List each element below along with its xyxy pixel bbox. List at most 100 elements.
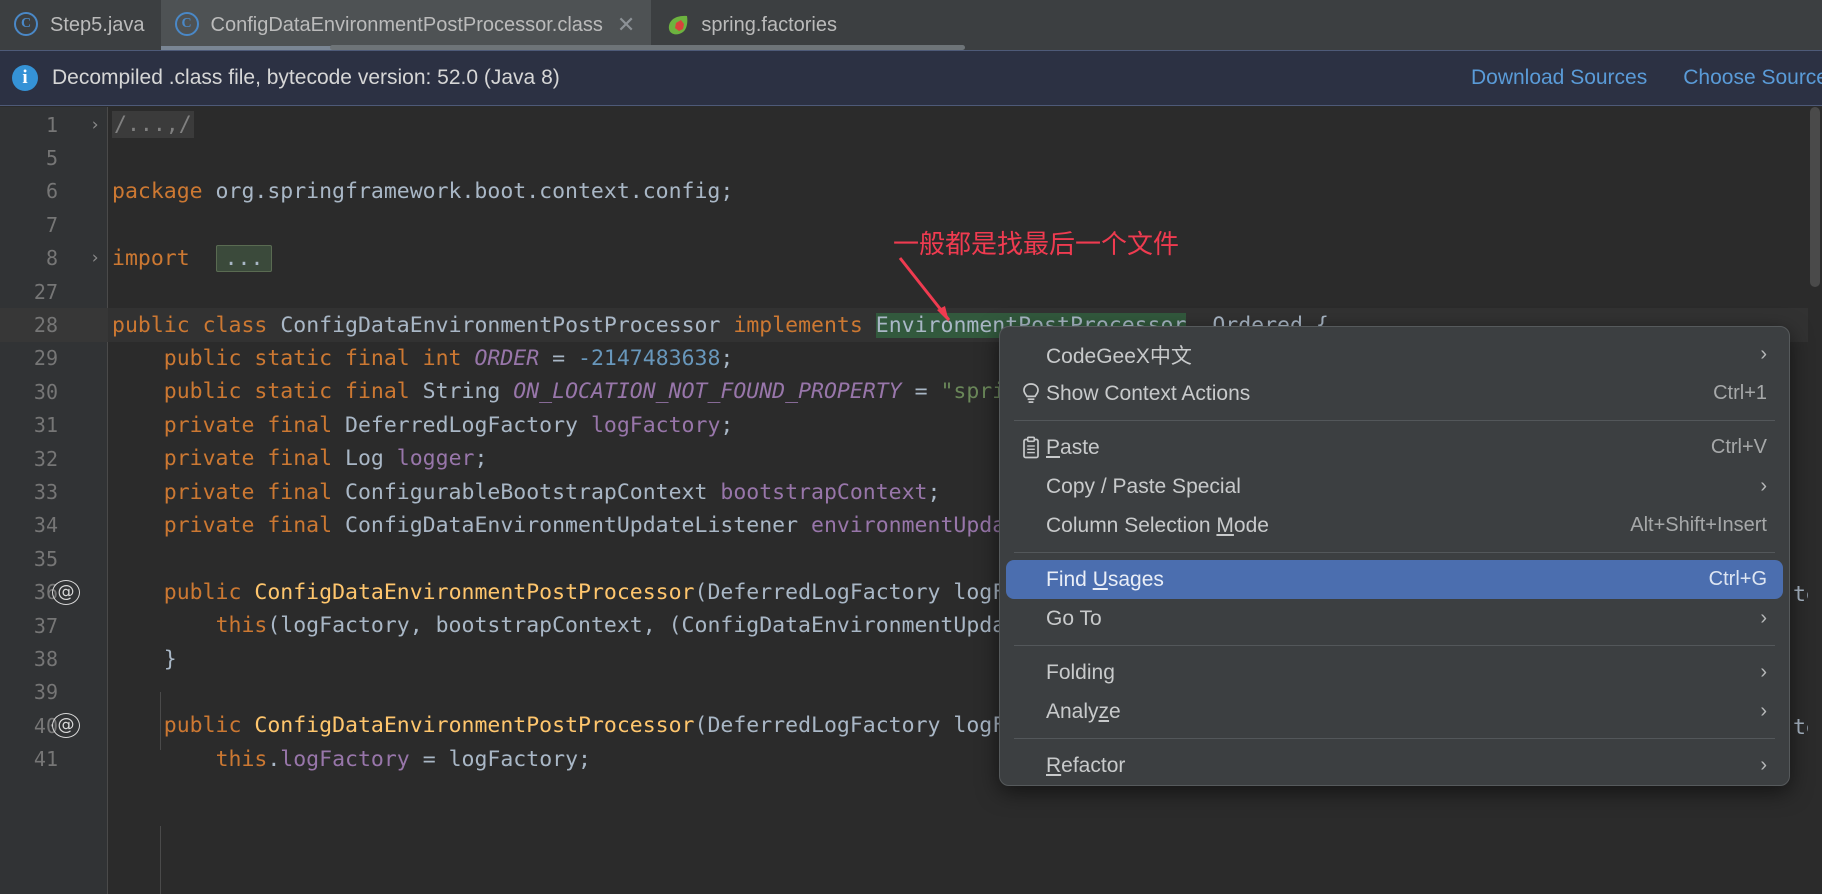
code-token: ; (720, 345, 734, 371)
decompiled-notification-banner: i Decompiled .class file, bytecode versi… (0, 50, 1822, 106)
code-text: private final DeferredLogFactory logFact… (112, 412, 734, 438)
code-text: /...,/ (112, 111, 194, 139)
code-fold-chevron-icon[interactable]: › (86, 115, 104, 135)
code-line[interactable]: 6 package org.springframework.boot.contex… (0, 175, 1822, 208)
indent-guide (160, 692, 161, 750)
menu-item-paste[interactable]: Paste Ctrl+V (1006, 428, 1783, 467)
chevron-right-icon: › (1760, 475, 1767, 497)
editor-tab-label: Step5.java (50, 13, 145, 36)
spring-leaf-icon (665, 12, 691, 38)
menu-item-label: Refactor (1046, 753, 1126, 777)
line-number: 29 (33, 346, 58, 371)
menu-item-label: Copy / Paste Special (1046, 474, 1241, 498)
code-token: } (112, 646, 177, 672)
code-token: ; (474, 446, 488, 472)
code-text: private final ConfigurableBootstrapConte… (112, 479, 941, 505)
code-fold-chevron-icon[interactable]: › (86, 248, 104, 268)
line-number: 38 (33, 647, 58, 672)
code-line[interactable]: 27 (0, 275, 1822, 308)
choose-sources-link[interactable]: Choose Sources... (1683, 66, 1822, 90)
code-token: = logFactory; (409, 746, 591, 772)
code-token: org.springframework.boot.context.config; (202, 178, 734, 204)
scrollbar-thumb[interactable] (1810, 107, 1820, 287)
line-number: 1 (45, 112, 58, 137)
chevron-right-icon: › (1760, 661, 1767, 683)
menu-item-label: Paste (1046, 435, 1100, 459)
code-token: ConfigDataEnvironmentPostProcessor (280, 312, 721, 338)
menu-item-shortcut: Ctrl+1 (1713, 382, 1767, 404)
code-text: public static final String ON_LOCATION_N… (112, 379, 1070, 404)
code-token: /...,/ (112, 111, 194, 139)
annotation-text: 一般都是找最后一个文件 (893, 230, 1180, 260)
indent-guide (160, 826, 161, 894)
code-token: this (215, 613, 268, 639)
chevron-right-icon: › (1760, 343, 1767, 365)
code-token: logFactory (280, 746, 410, 772)
menu-separator (1014, 552, 1775, 553)
line-number: 37 (33, 613, 58, 638)
chevron-right-icon: › (1760, 607, 1767, 629)
code-line[interactable]: 1 › /...,/ (0, 108, 1822, 141)
code-token: private final (163, 512, 333, 538)
line-number: 41 (33, 747, 58, 772)
menu-item-label: Find Usages (1046, 567, 1164, 591)
menu-item-show-context-actions[interactable]: Show Context Actions Ctrl+1 (1006, 374, 1783, 413)
code-token: this (215, 746, 268, 772)
code-token: private final (163, 446, 333, 472)
menu-item-shortcut: Ctrl+V (1710, 436, 1767, 458)
editor-vertical-scrollbar[interactable] (1808, 107, 1822, 894)
line-number: 7 (45, 212, 58, 237)
editor-context-menu[interactable]: CodeGeeX中文 › Show Context Actions Ctrl+1 Pas… (999, 326, 1790, 786)
line-number: 31 (33, 413, 58, 438)
editor-tab-step5[interactable]: C Step5.java (0, 0, 161, 50)
code-token: ConfigDataEnvironmentPostProcessor (254, 713, 695, 739)
menu-item-go-to[interactable]: Go To › (1006, 599, 1783, 638)
editor-tab-label: ConfigDataEnvironmentPostProcessor.class (210, 13, 603, 36)
close-icon[interactable]: ✕ (617, 14, 635, 36)
menu-item-analyze[interactable]: Analyze › (1006, 692, 1783, 731)
menu-item-folding[interactable]: Folding › (1006, 653, 1783, 692)
line-number: 30 (33, 379, 58, 404)
banner-message: Decompiled .class file, bytecode version… (52, 66, 560, 89)
line-number: 8 (45, 246, 58, 271)
annotation-gutter-icon[interactable]: @ (52, 579, 80, 605)
menu-separator (1014, 645, 1775, 646)
annotation-gutter-icon[interactable]: @ (52, 713, 80, 739)
code-text: private final ConfigDataEnvironmentUpdat… (112, 513, 1070, 538)
menu-item-codegeex[interactable]: CodeGeeX中文 › (1006, 335, 1783, 374)
code-token: public (163, 579, 242, 605)
menu-item-refactor[interactable]: Refactor › (1006, 746, 1783, 785)
code-line[interactable]: 5 (0, 141, 1822, 174)
download-sources-link[interactable]: Download Sources (1471, 66, 1647, 90)
code-text: this.logFactory = logFactory; (112, 747, 591, 772)
menu-item-find-usages[interactable]: Find Usages Ctrl+G (1006, 560, 1783, 599)
menu-item-label: Analyze (1046, 699, 1121, 723)
menu-separator (1014, 738, 1775, 739)
menu-item-column-selection-mode[interactable]: Column Selection Mode Alt+Shift+Insert (1006, 506, 1783, 545)
code-token: public static final int (163, 345, 462, 371)
code-token: String (409, 379, 514, 405)
code-token: Log (332, 446, 397, 472)
line-number: 34 (33, 513, 58, 538)
line-number: 39 (33, 680, 58, 705)
menu-item-copy-paste-special[interactable]: Copy / Paste Special › (1006, 467, 1783, 506)
code-token: ConfigDataEnvironmentPostProcessor (254, 579, 695, 605)
code-token: logFactory (590, 412, 721, 438)
menu-item-label: Column Selection Mode (1046, 513, 1269, 537)
editor-tab-configdataenvironmentpostprocessor[interactable]: C ConfigDataEnvironmentPostProcessor.cla… (160, 0, 652, 50)
line-number: 33 (33, 480, 58, 505)
editor-tab-spring-factories[interactable]: spring.factories (651, 0, 853, 50)
code-token: public static final (163, 379, 410, 405)
code-token: ... (215, 244, 273, 272)
code-token: ; (927, 479, 941, 505)
